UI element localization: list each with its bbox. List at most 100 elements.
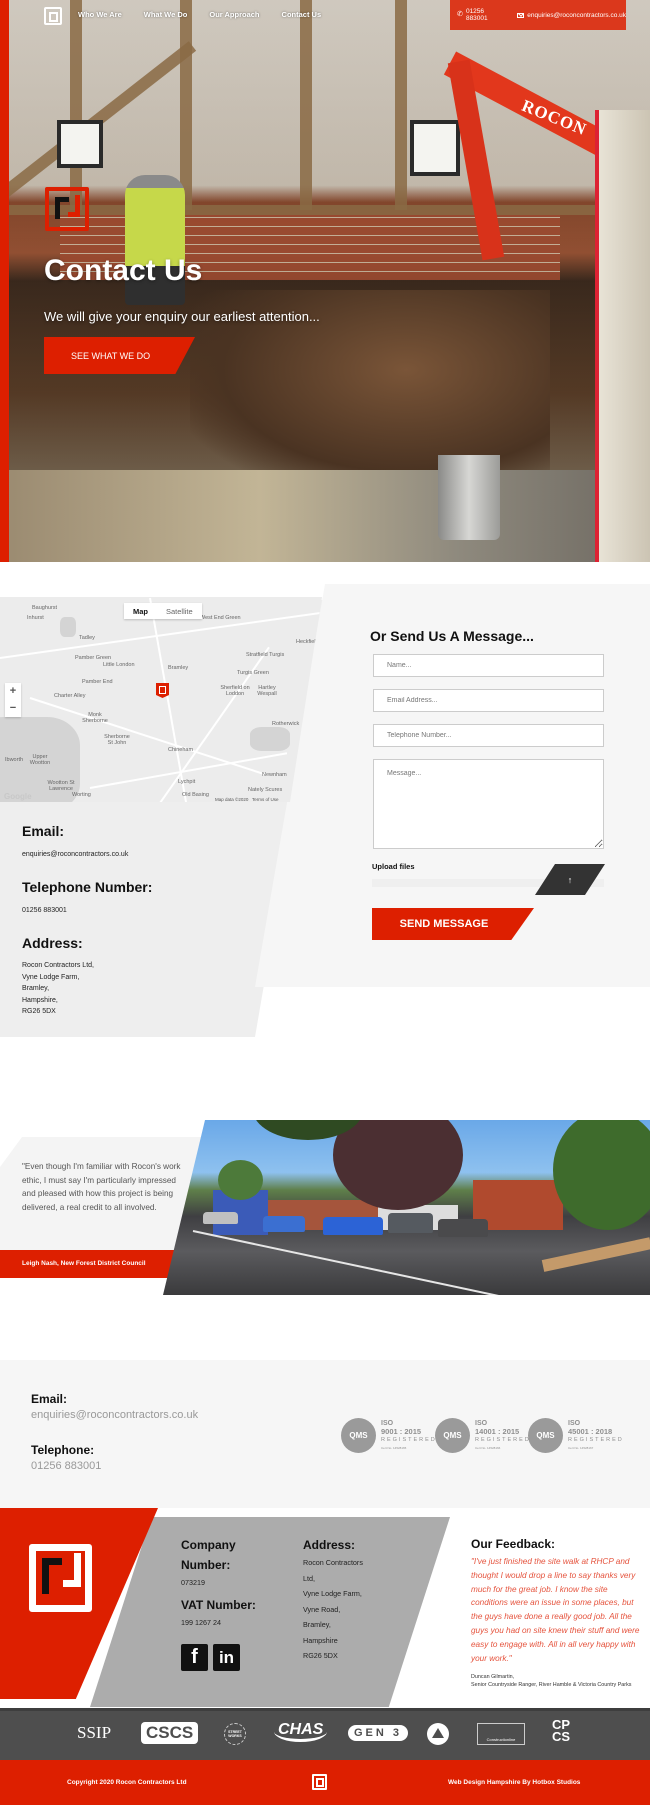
iso-status: REGISTERED — [381, 1436, 437, 1443]
iso-9001-badge: QMS ISO 9001 : 2015 REGISTERED Cert No. … — [341, 1418, 437, 1453]
street-works-logo-icon: STREET WORKS — [224, 1723, 246, 1745]
nav-contact-us[interactable]: Contact Us — [282, 10, 322, 19]
paving — [541, 1237, 650, 1272]
excavator-cab — [595, 110, 650, 562]
feedback-name: Duncan Gilmartin, — [471, 1674, 515, 1680]
car — [388, 1213, 433, 1233]
nav-links: Who We Are What We Do Our Approach Conta… — [78, 10, 343, 19]
facebook-icon[interactable]: f — [181, 1644, 208, 1671]
strip-email[interactable]: enquiries@roconcontractors.co.uk — [31, 1409, 198, 1421]
qms-logo-icon: QMS — [435, 1418, 470, 1453]
map-area — [250, 727, 290, 751]
footer-address-line: RG26 5DX — [303, 1651, 338, 1660]
iso-status: REGISTERED — [475, 1436, 531, 1443]
web-design-credit-link[interactable]: Web Design Hampshire By Hotbox Studios — [448, 1779, 580, 1786]
contact-email[interactable]: enquiries@roconcontractors.co.uk — [22, 849, 128, 861]
footer-address-line: Rocon Contractors — [303, 1558, 363, 1567]
header-contact-bar: ✆ 01256 883001 enquiries@roconcontractor… — [450, 0, 626, 30]
header-phone-link[interactable]: ✆ 01256 883001 — [457, 8, 507, 22]
map-place: Charter Alley — [54, 693, 86, 699]
map-place: Tadley — [79, 635, 95, 641]
footer-address-line: Vyne Lodge Farm, — [303, 1589, 362, 1598]
linkedin-icon[interactable]: in — [213, 1644, 240, 1671]
map-place: Worting — [72, 792, 91, 798]
iso-number: 45001 : 2018 — [568, 1426, 613, 1436]
map-place: Pamber End — [82, 679, 113, 685]
chas-logo-icon: CHAS — [274, 1721, 328, 1742]
header-email: enquiries@roconcontractors.co.uk — [527, 11, 626, 19]
header-phone: 01256 883001 — [465, 8, 488, 22]
iso-45001-badge: QMS ISO 45001 : 2018 REGISTERED Cert No.… — [528, 1418, 624, 1453]
address-heading: Address: — [22, 935, 83, 951]
company-number-label-1: Company — [181, 1538, 236, 1552]
safe-contractor-logo-icon — [427, 1723, 449, 1745]
map-place: Wootton St Lawrence — [47, 780, 75, 792]
contact-email-block: Email: — [22, 823, 64, 839]
telephone-input[interactable] — [373, 724, 604, 747]
feedback-role: Senior Countryside Ranger, River Hamble … — [471, 1682, 632, 1688]
footer-logo-icon[interactable] — [29, 1544, 92, 1612]
vat-number-label: VAT Number: — [181, 1597, 256, 1612]
iso-cert: Cert No. 14528165 — [381, 1445, 407, 1450]
map-place: Old Basing — [182, 792, 209, 798]
map-place: Stratfield Turgis — [246, 652, 285, 658]
qms-logo-icon: QMS — [528, 1418, 563, 1453]
hero-logo-icon — [45, 187, 89, 231]
company-info: Company Number: 073219 VAT Number: 199 1… — [181, 1535, 256, 1630]
map-place: Turgis Green — [237, 670, 269, 676]
nav-who-we-are[interactable]: Who We Are — [78, 10, 122, 19]
gen3-logo-icon: GEN 3 — [348, 1725, 409, 1741]
map-data-text: Map data ©2020 — [215, 797, 249, 802]
accreditations-bar: SSIP CSCS STREET WORKS CHAS GEN 3 Constr… — [0, 1708, 650, 1760]
address-line: Vyne Lodge Farm, — [22, 973, 80, 981]
footer-bottom-bar: Copyright 2020 Rocon Contractors Ltd Web… — [0, 1760, 650, 1805]
iso-14001-badge: QMS ISO 14001 : 2015 REGISTERED Cert No.… — [435, 1418, 531, 1453]
map-zoom-control: + − — [5, 683, 21, 717]
footer-mini-logo-icon[interactable] — [312, 1774, 327, 1790]
address-line: Bramley, — [22, 985, 50, 992]
map-place: Sherfield on Loddon — [220, 685, 250, 697]
name-input[interactable] — [373, 654, 604, 677]
footer-address: Address: Rocon Contractors Ltd, Vyne Lod… — [303, 1535, 363, 1664]
message-textarea[interactable] — [373, 759, 604, 849]
iso-status: REGISTERED — [568, 1436, 624, 1443]
copyright: Copyright 2020 Rocon Contractors Ltd — [67, 1779, 187, 1786]
map-place: Rotherwick — [272, 721, 300, 727]
map-place: Nately Scures — [248, 787, 283, 793]
map-place: Baughurst — [32, 605, 58, 611]
strip-phone-heading: Telephone: — [31, 1443, 95, 1457]
nav-our-approach[interactable]: Our Approach — [209, 10, 259, 19]
address-line: Rocon Contractors Ltd, — [22, 962, 94, 969]
iso-cert: Cert No. 14528167 — [568, 1445, 594, 1450]
contact-phone-value-wrap: 01256 883001 — [22, 905, 67, 917]
see-what-we-do-button[interactable]: SEE WHAT WE DO — [44, 337, 195, 374]
terms-of-use-link[interactable]: Terms of Use — [252, 797, 279, 802]
rocon-logo-icon[interactable] — [44, 7, 62, 25]
car — [263, 1216, 305, 1232]
map-tab-map[interactable]: Map — [124, 603, 157, 619]
upload-files-label: Upload files — [372, 862, 415, 871]
nav-what-we-do[interactable]: What We Do — [144, 10, 188, 19]
zoom-in-button[interactable]: + — [5, 683, 21, 700]
window — [57, 120, 103, 168]
footer-address-line: Vyne Road, — [303, 1604, 341, 1614]
map-place: Ibworth — [5, 757, 24, 763]
zoom-out-button[interactable]: − — [5, 700, 21, 717]
strip-phone[interactable]: 01256 883001 — [31, 1460, 101, 1472]
location-map[interactable]: Baughurst Inhurst West End Green Tadley … — [0, 597, 322, 802]
email-input[interactable] — [373, 689, 604, 712]
company-number-label-2: Number: — [181, 1558, 231, 1572]
send-message-button[interactable]: SEND MESSAGE — [372, 908, 534, 940]
tree — [218, 1160, 263, 1200]
timber-beam — [0, 205, 650, 215]
constructionline-logo-icon: Constructionline — [477, 1723, 525, 1745]
header-email-link[interactable]: enquiries@roconcontractors.co.uk — [517, 12, 626, 19]
map-place: Chineham — [168, 747, 194, 753]
footer-info-panel — [90, 1517, 450, 1707]
contact-address: Rocon Contractors Ltd, Vyne Lodge Farm, … — [22, 960, 94, 1018]
social-links: f in — [181, 1644, 240, 1671]
map-tab-satellite[interactable]: Satellite — [157, 603, 202, 619]
hero-subtitle: We will give your enquiry our earliest a… — [44, 309, 320, 324]
map-marker-icon[interactable] — [156, 683, 169, 698]
contact-phone[interactable]: 01256 883001 — [22, 905, 67, 917]
